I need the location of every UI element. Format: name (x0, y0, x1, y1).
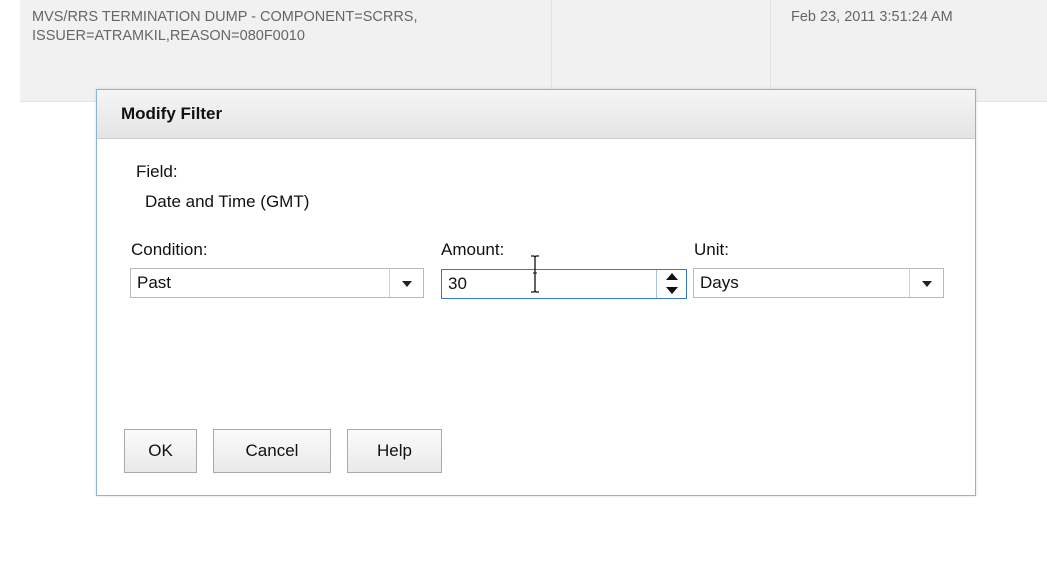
empty-cell (552, 0, 771, 101)
spin-down-icon[interactable] (657, 284, 686, 298)
condition-label: Condition: (131, 240, 208, 259)
timestamp-cell: Feb 23, 2011 3:51:24 AM (771, 0, 1047, 101)
unit-label: Unit: (694, 240, 729, 259)
condition-select[interactable]: Past (130, 268, 424, 298)
cancel-button[interactable]: Cancel (213, 429, 331, 473)
event-description: MVS/RRS TERMINATION DUMP - COMPONENT=SCR… (32, 9, 418, 44)
amount-input[interactable] (442, 270, 654, 298)
dialog-title: Modify Filter (121, 104, 223, 123)
amount-label: Amount: (441, 240, 505, 259)
chevron-down-icon[interactable] (909, 269, 943, 297)
chevron-down-icon[interactable] (389, 269, 423, 297)
description-cell: MVS/RRS TERMINATION DUMP - COMPONENT=SCR… (20, 0, 552, 101)
unit-selected-value: Days (700, 273, 739, 292)
text-cursor-icon (531, 255, 539, 293)
field-label: Field: (136, 162, 178, 181)
field-value: Date and Time (GMT) (145, 192, 310, 211)
spinner-buttons (656, 270, 686, 298)
unit-select[interactable]: Days (693, 268, 944, 298)
event-timestamp: Feb 23, 2011 3:51:24 AM (791, 9, 953, 25)
help-button[interactable]: Help (347, 429, 442, 473)
dialog-header[interactable]: Modify Filter (97, 90, 975, 139)
spin-up-icon[interactable] (657, 270, 686, 284)
ok-button[interactable]: OK (124, 429, 197, 473)
amount-spinner[interactable] (441, 269, 687, 299)
background-table-row[interactable]: MVS/RRS TERMINATION DUMP - COMPONENT=SCR… (20, 0, 1047, 102)
condition-selected-value: Past (137, 273, 172, 292)
